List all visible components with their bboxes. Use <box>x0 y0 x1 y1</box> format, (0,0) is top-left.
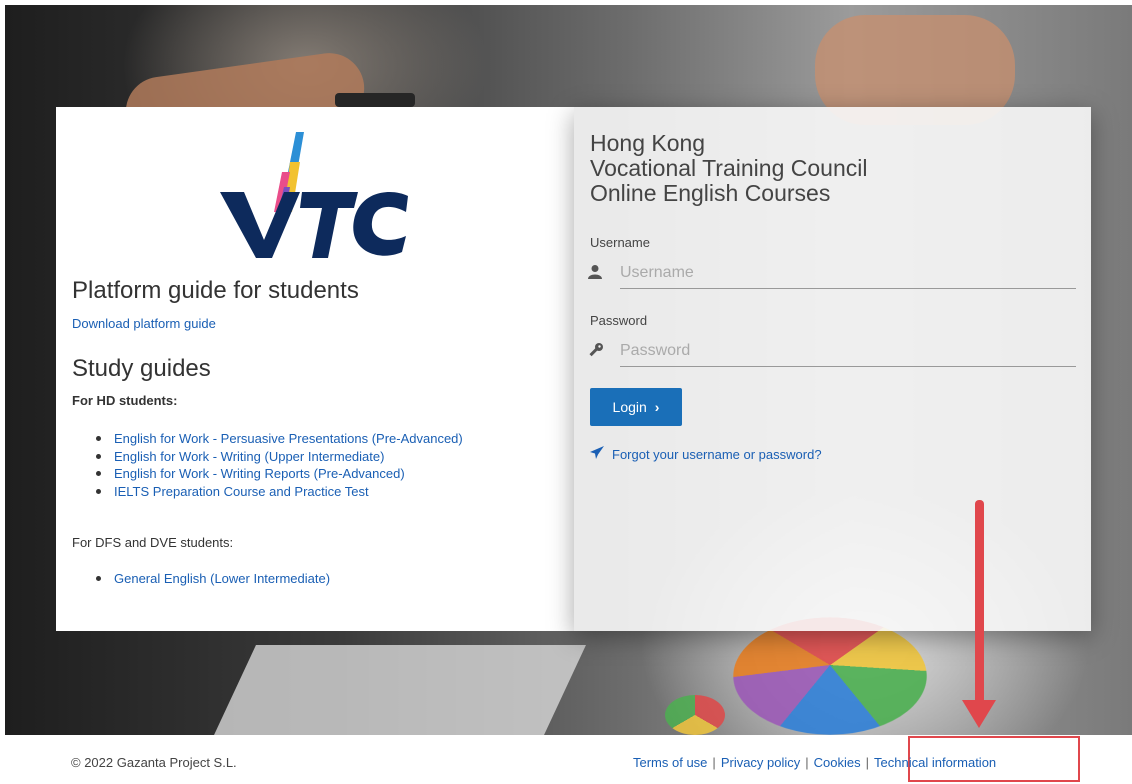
user-icon <box>588 264 608 284</box>
separator: | <box>805 755 809 770</box>
dfs-course-list: General English (Lower Intermediate) <box>96 570 330 588</box>
background-tablet <box>214 645 586 735</box>
bullet <box>96 453 101 459</box>
password-field <box>588 336 1076 368</box>
list-item: English for Work - Writing Reports (Pre-… <box>96 465 463 482</box>
bullet <box>96 576 101 581</box>
vtc-logo <box>220 132 408 258</box>
username-input[interactable] <box>620 258 1076 289</box>
copyright-text: © 2022 Gazanta Project S.L. <box>71 755 237 770</box>
course-link[interactable]: IELTS Preparation Course and Practice Te… <box>114 483 369 500</box>
annotation-arrow <box>975 500 984 705</box>
bullet <box>96 471 101 476</box>
login-button[interactable]: Login › <box>590 388 682 426</box>
hd-course-list: English for Work - Persuasive Presentati… <box>96 430 463 500</box>
login-button-label: Login <box>612 399 647 415</box>
technical-information-link[interactable]: Technical information <box>874 755 996 770</box>
dfs-dve-students-label: For DFS and DVE students: <box>72 535 234 550</box>
key-icon <box>588 342 608 362</box>
list-item: English for Work - Persuasive Presentati… <box>96 430 463 447</box>
username-field <box>588 258 1076 290</box>
platform-guide-heading: Platform guide for students <box>72 277 359 304</box>
password-label: Password <box>590 313 648 328</box>
cookies-link[interactable]: Cookies <box>814 755 861 770</box>
title-line: Online English Courses <box>590 180 831 206</box>
course-link[interactable]: English for Work - Persuasive Presentati… <box>114 430 463 447</box>
footer-links: Terms of use | Privacy policy | Cookies | Tech… <box>633 755 996 770</box>
chevron-right-icon: › <box>654 399 660 415</box>
forgot-credentials-link[interactable]: Forgot your username or password? <box>612 447 822 462</box>
background-pie-chart <box>712 617 948 735</box>
login-title: Hong Kong Vocational Training Council On… <box>590 131 867 206</box>
course-link[interactable]: English for Work - Writing (Upper Interm… <box>114 448 384 465</box>
list-item: IELTS Preparation Course and Practice Te… <box>96 483 463 500</box>
terms-of-use-link[interactable]: Terms of use <box>633 755 707 770</box>
bullet <box>96 436 101 441</box>
course-link[interactable]: English for Work - Writing Reports (Pre-… <box>114 465 405 482</box>
forgot-credentials-row: Forgot your username or password? <box>590 446 822 462</box>
separator: | <box>865 755 870 770</box>
list-item: English for Work - Writing (Upper Interm… <box>96 448 463 465</box>
paper-plane-icon <box>590 446 604 462</box>
title-line: Vocational Training Council <box>590 155 868 181</box>
study-guides-heading: Study guides <box>72 355 211 382</box>
annotation-arrow-head <box>962 700 996 728</box>
hd-students-label: For HD students: <box>72 393 178 408</box>
privacy-policy-link[interactable]: Privacy policy <box>721 755 800 770</box>
info-panel: Platform guide for students Download pla… <box>56 107 574 631</box>
separator: | <box>712 755 716 770</box>
background-phone <box>335 93 415 107</box>
download-platform-guide-link[interactable]: Download platform guide <box>72 316 216 331</box>
list-item: General English (Lower Intermediate) <box>96 570 330 587</box>
username-label: Username <box>590 235 650 250</box>
password-input[interactable] <box>620 336 1076 367</box>
background-pie-chart <box>665 695 725 735</box>
login-panel: Hong Kong Vocational Training Council On… <box>574 107 1091 631</box>
bullet <box>96 488 101 494</box>
course-link[interactable]: General English (Lower Intermediate) <box>114 570 330 587</box>
title-line: Hong Kong <box>590 130 706 156</box>
